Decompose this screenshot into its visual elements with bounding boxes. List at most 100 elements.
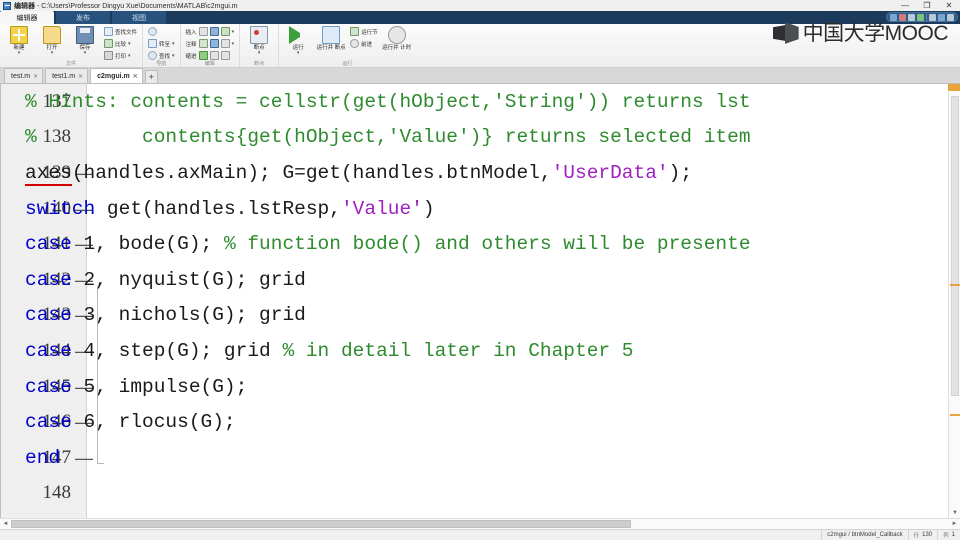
advance-button[interactable]: 前进 [349,38,379,49]
executable-marker[interactable]: — [75,449,93,467]
document-tab-test[interactable]: test.m ✕ [4,68,44,83]
vertical-scroll-thumb[interactable] [951,96,959,396]
ribbon-tab-publish[interactable]: 发布 [56,11,110,24]
comment-label: 注释 [185,41,197,48]
code-line[interactable]: 146— case 6, rlocus(G); [1,404,960,440]
code-line[interactable]: 145— case 5, impulse(G); [1,369,960,405]
chevron-down-icon[interactable]: ▾ [172,41,175,47]
fx-icon[interactable] [209,27,219,36]
vertical-scrollbar[interactable]: ▲ ▼ [948,84,960,518]
breakpoints-button[interactable]: 断点 ▾ [244,26,274,55]
matlab-editor-window: 编辑器 - C:\Users\Professor Dingyu Xue\Docu… [0,0,960,540]
horizontal-scrollbar[interactable]: ◄ ► [0,518,960,529]
scroll-left-icon[interactable]: ◄ [0,519,11,530]
minimize-button[interactable]: — [894,0,916,11]
code-token: 6, rlocus(G); [71,411,236,434]
code-text[interactable]: % contents{get(hObject,'Value')} returns… [25,126,751,148]
code-token: case [25,411,72,434]
code-line[interactable]: 142— case 2, nyquist(G); grid [1,262,960,298]
smart-indent-icon[interactable] [220,27,230,36]
code-token: 1, bode(G); [71,233,224,256]
code-text[interactable]: case 1, bode(G); % function bode() and o… [25,233,751,255]
line-value: 130 [922,532,933,538]
code-text[interactable]: case 3, nichols(G); grid [25,304,306,326]
code-text[interactable]: end [25,447,60,469]
redo-icon[interactable] [938,13,945,21]
new-tab-button[interactable]: + [144,70,158,83]
chevron-down-icon[interactable]: ▾ [128,41,131,47]
run-small-buttons: 运行节 前进 [349,26,379,49]
scroll-right-icon[interactable]: ► [949,519,960,530]
code-analyzer-status[interactable] [948,84,960,91]
code-editor[interactable]: 137% Hints: contents = cellstr(get(hObje… [0,84,960,518]
undo-icon[interactable] [929,13,936,21]
run-breakpoint-button[interactable]: 运行并 断点 [316,26,346,52]
ribbon-group-breakpoints-label: 断点 [254,61,265,67]
code-text[interactable]: % Hints: contents = cellstr(get(hObject,… [25,91,751,113]
decrease-indent-icon[interactable] [209,51,219,60]
find-label: 查找 [159,53,171,60]
close-icon[interactable]: ✕ [133,73,138,80]
scroll-down-icon[interactable]: ▼ [949,508,960,518]
code-text[interactable]: case 6, rlocus(G); [25,411,236,433]
chevron-down-icon[interactable]: ▾ [128,53,131,59]
code-line[interactable]: 141— case 1, bode(G); % function bode() a… [1,226,960,262]
increase-indent-icon[interactable] [220,39,230,48]
document-tab-c2mgui[interactable]: c2mgui.m ✕ [90,68,143,83]
document-tab-test1[interactable]: test1.m ✕ [45,68,89,83]
code-line[interactable]: 140— switch get(handles.lstResp,'Value') [1,191,960,227]
close-icon[interactable]: ✕ [78,73,83,80]
chevron-down-icon[interactable]: ▾ [232,41,235,47]
compare-button[interactable]: 比较 ▾ [103,38,138,49]
chevron-down-icon[interactable]: ▾ [51,51,54,56]
comment-button[interactable]: 注释 ▾ [185,38,236,49]
code-token: ) [422,197,435,220]
close-button[interactable]: ✕ [938,0,960,11]
help-icon[interactable] [947,13,954,21]
status-function-path-text: c2mgui / btnModel_Callback [827,532,903,538]
insert-button[interactable]: 插入 ▾ [185,26,236,37]
code-token: case [25,233,72,256]
close-icon[interactable]: ✕ [33,73,38,80]
code-text[interactable]: case 2, nyquist(G); grid [25,269,306,291]
copy-icon[interactable] [908,13,915,21]
code-token: 3, nichols(G); grid [71,304,306,327]
code-text[interactable]: switch get(handles.lstResp,'Value') [25,198,435,220]
open-button[interactable]: 打开 ▾ [37,26,67,55]
run-button[interactable]: 运行 ▾ [283,26,313,55]
new-button[interactable]: 新建 ▾ [4,26,34,55]
goto-line-button[interactable]: 转至 ▾ [147,38,176,49]
chevron-down-icon[interactable]: ▾ [172,53,175,59]
code-line[interactable]: 137% Hints: contents = cellstr(get(hObje… [1,84,960,120]
code-line[interactable]: 143— case 3, nichols(G); grid [1,298,960,334]
wrap-icon[interactable] [209,39,219,48]
align-icon[interactable] [220,51,230,60]
paste-icon[interactable] [917,13,924,21]
goto-top-button[interactable] [147,26,176,37]
horizontal-scroll-track[interactable] [11,519,949,530]
chevron-down-icon[interactable]: ▾ [232,29,235,35]
ribbon-tab-view[interactable]: 视图 [112,11,166,24]
code-line[interactable]: 148 [1,476,960,512]
chevron-down-icon[interactable]: ▾ [18,51,21,56]
chevron-down-icon[interactable]: ▾ [297,51,300,56]
status-line: 行 130 [907,529,938,540]
code-text[interactable]: case 5, impulse(G); [25,376,247,398]
save-button[interactable]: 保存 ▾ [70,26,100,55]
code-line[interactable]: 138% contents{get(hObject,'Value')} retu… [1,120,960,156]
code-line[interactable]: 139— axes(handles.axMain); G=get(handles.… [1,155,960,191]
ribbon-tab-editor[interactable]: 编辑器 [0,11,54,24]
save-icon[interactable] [890,13,897,21]
code-text[interactable]: case 4, step(G); grid % in detail later … [25,340,634,362]
chevron-down-icon[interactable]: ▾ [258,51,261,56]
horizontal-scroll-thumb[interactable] [11,519,631,528]
code-line[interactable]: 147— end [1,440,960,476]
maximize-button[interactable]: ❐ [916,0,938,11]
chevron-down-icon[interactable]: ▾ [84,51,87,56]
cut-icon[interactable] [899,13,906,21]
run-time-button[interactable]: 运行并 计时 [382,26,412,52]
run-section-button[interactable]: 运行节 [349,26,379,37]
code-text[interactable]: axes(handles.axMain); G=get(handles.btnM… [25,161,692,186]
code-line[interactable]: 144— case 4, step(G); grid % in detail la… [1,333,960,369]
find-files-button[interactable]: 查找文件 [103,26,138,37]
